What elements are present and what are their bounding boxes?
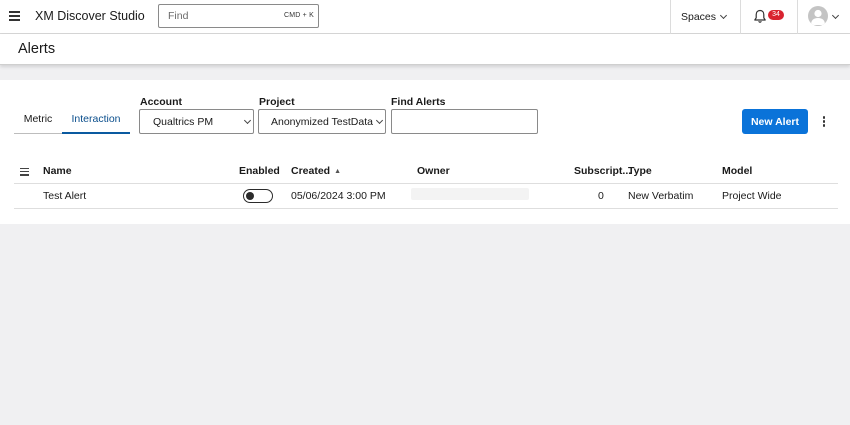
spaces-label: Spaces xyxy=(681,11,717,23)
bell-icon[interactable] xyxy=(753,9,767,24)
column-header-model[interactable]: Model xyxy=(722,165,752,177)
spaces-dropdown[interactable]: Spaces xyxy=(671,0,740,34)
tab-metric[interactable]: Metric xyxy=(14,110,62,134)
new-alert-button[interactable]: New Alert xyxy=(742,109,808,134)
search-shortcut-hint: CMD + K xyxy=(284,12,314,19)
notification-count-badge: 34 xyxy=(768,10,784,20)
avatar-icon[interactable] xyxy=(808,6,828,26)
project-select[interactable]: Anonymized TestData xyxy=(258,109,386,134)
table-cell-created: 05/06/2024 3:00 PM xyxy=(291,190,386,202)
account-select[interactable]: Qualtrics PM xyxy=(139,109,254,134)
column-header-enabled[interactable]: Enabled xyxy=(239,165,280,177)
tab-interaction[interactable]: Interaction xyxy=(62,110,130,134)
table-divider xyxy=(14,208,838,209)
kebab-menu-icon[interactable] xyxy=(820,116,828,129)
alerts-panel: Metric Interaction Account Qualtrics PM … xyxy=(0,80,850,224)
divider xyxy=(797,0,798,34)
global-search[interactable]: CMD + K xyxy=(158,4,319,28)
app-title: XM Discover Studio xyxy=(35,9,145,23)
find-alerts-input[interactable] xyxy=(391,109,538,134)
project-value: Anonymized TestData xyxy=(271,116,373,128)
search-input[interactable] xyxy=(159,5,279,27)
table-cell-model: Project Wide xyxy=(722,190,782,202)
table-cell-type: New Verbatim xyxy=(628,190,694,202)
account-value: Qualtrics PM xyxy=(153,116,214,128)
chevron-down-icon xyxy=(719,11,728,20)
column-header-name[interactable]: Name xyxy=(43,165,72,177)
column-header-type[interactable]: Type xyxy=(628,165,652,177)
chevron-down-icon xyxy=(243,116,252,125)
toggle-knob xyxy=(246,191,254,200)
column-header-created[interactable]: Created ▲ xyxy=(291,165,341,177)
chevron-down-icon xyxy=(375,116,384,125)
page-title: Alerts xyxy=(18,41,56,57)
enabled-toggle[interactable] xyxy=(243,189,273,203)
account-label: Account xyxy=(140,96,182,108)
top-bar: XM Discover Studio CMD + K Spaces 34 xyxy=(0,0,850,34)
table-cell-subscriptions: 0 xyxy=(598,190,604,202)
table-cell-owner xyxy=(411,188,529,200)
column-menu-icon[interactable] xyxy=(20,168,29,176)
column-header-subscriptions[interactable]: Subscript... xyxy=(574,165,631,177)
chevron-down-icon[interactable] xyxy=(831,11,840,20)
tab-label: Interaction xyxy=(71,113,121,125)
column-header-owner[interactable]: Owner xyxy=(417,165,450,177)
table-divider xyxy=(14,183,838,184)
project-label: Project xyxy=(259,96,295,108)
divider xyxy=(740,0,741,34)
find-alerts-label: Find Alerts xyxy=(391,96,446,108)
page-header: Alerts xyxy=(0,34,850,65)
hamburger-menu-icon[interactable] xyxy=(9,11,20,21)
column-header-label: Created xyxy=(291,165,331,177)
table-cell-name[interactable]: Test Alert xyxy=(43,190,86,202)
tab-label: Metric xyxy=(23,113,53,125)
sort-ascending-icon: ▲ xyxy=(334,168,342,175)
